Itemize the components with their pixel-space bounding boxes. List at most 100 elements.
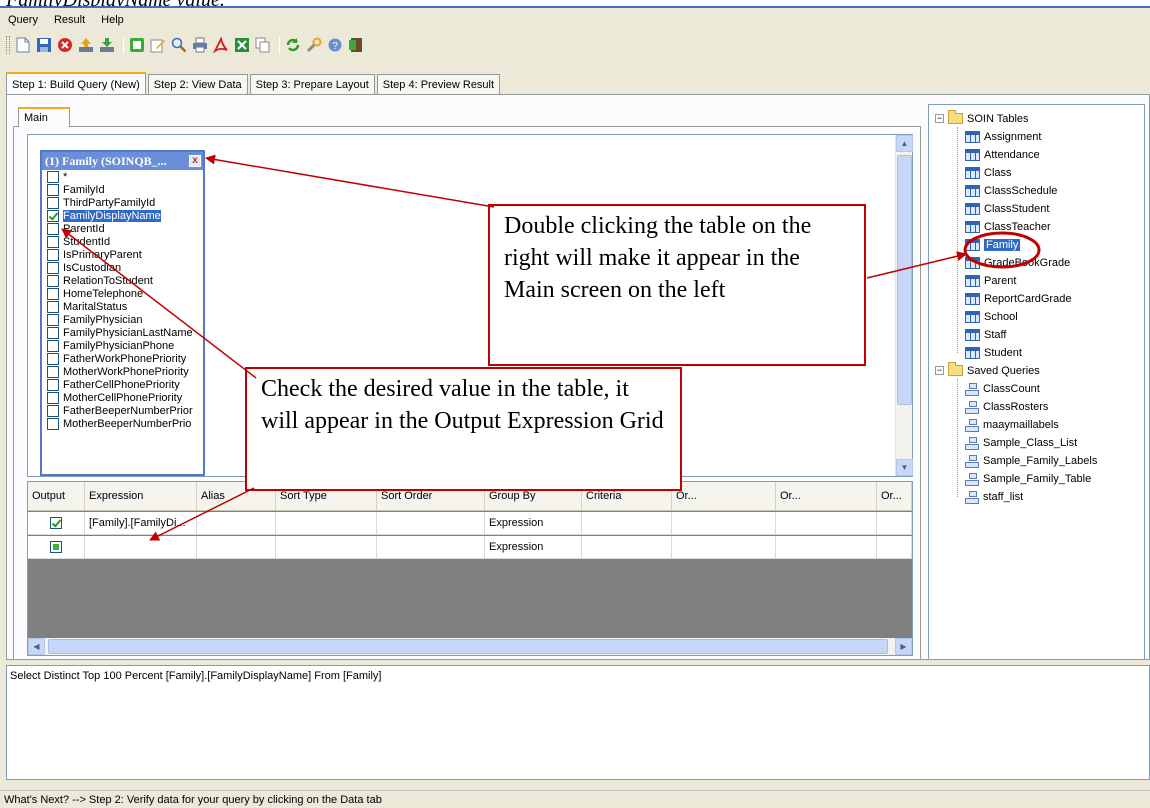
tree-item-classteacher[interactable]: ClassTeacher [965, 218, 1051, 235]
field-checkbox[interactable] [47, 326, 59, 339]
collapse-icon[interactable]: − [935, 366, 944, 375]
tab-step2-view-data[interactable]: Step 2: View Data [147, 74, 248, 94]
new-icon[interactable] [14, 36, 32, 54]
field-checkbox[interactable] [47, 365, 59, 378]
field-checkbox[interactable] [47, 352, 59, 365]
grid-cell-expression[interactable]: [Family].[FamilyDi... [85, 512, 197, 534]
grid-cell[interactable] [776, 536, 877, 558]
field-row[interactable]: ParentId [42, 222, 203, 235]
tree-item-sample-family-table[interactable]: Sample_Family_Table [965, 470, 1091, 487]
tree-item-gradebookgrade[interactable]: GradeBookGrade [965, 254, 1070, 271]
settings-icon[interactable] [305, 36, 323, 54]
copy-icon[interactable] [254, 36, 272, 54]
field-row[interactable]: ThirdPartyFamilyId [42, 196, 203, 209]
field-row[interactable]: IsCustodian [42, 261, 203, 274]
grid-cell[interactable] [582, 536, 672, 558]
tree-item-sample-family-labels[interactable]: Sample_Family_Labels [965, 452, 1097, 469]
close-icon[interactable]: x [189, 155, 201, 167]
tree-item-staff[interactable]: Staff [965, 326, 1006, 343]
field-checkbox[interactable] [47, 404, 59, 417]
field-checkbox[interactable] [47, 417, 59, 430]
toolbar-grip[interactable] [6, 36, 10, 54]
tree-item-class[interactable]: Class [965, 164, 1012, 181]
scroll-up-icon[interactable]: ▲ [896, 135, 913, 152]
field-row[interactable]: FamilyDisplayName [42, 209, 203, 222]
grid-cell-output[interactable] [28, 512, 85, 534]
help-icon[interactable]: ? [326, 36, 344, 54]
family-table-box[interactable]: (1) Family (SOINQB_... x * FamilyId ThirdP… [40, 150, 205, 476]
field-row[interactable]: FatherBeeperNumberPrior [42, 404, 203, 417]
tree-item-staff-list[interactable]: staff_list [965, 488, 1023, 505]
collapse-icon[interactable]: − [935, 114, 944, 123]
tree-item-maaymaillabels[interactable]: maaymaillabels [965, 416, 1059, 433]
menu-help[interactable]: Help [101, 14, 124, 26]
tree-item-student[interactable]: Student [965, 344, 1022, 361]
tab-step1-build-query[interactable]: Step 1: Build Query (New) [6, 72, 146, 95]
tree-item-classstudent[interactable]: ClassStudent [965, 200, 1049, 217]
field-checkbox[interactable] [47, 378, 59, 391]
tree-item-family[interactable]: Family [965, 236, 1021, 253]
tree-item-assignment[interactable]: Assignment [965, 128, 1041, 145]
edit-icon[interactable] [149, 36, 167, 54]
field-checkbox[interactable] [47, 391, 59, 404]
field-row[interactable]: MotherBeeperNumberPrio [42, 417, 203, 430]
menu-result[interactable]: Result [54, 14, 85, 26]
grid-cell-group-by[interactable]: Expression [485, 512, 582, 534]
output-checkbox[interactable] [50, 541, 62, 553]
field-row[interactable]: HomeTelephone [42, 287, 203, 300]
tree-item-classschedule[interactable]: ClassSchedule [965, 182, 1057, 199]
grid-cell[interactable] [672, 512, 776, 534]
grid-horizontal-scrollbar[interactable]: ◀ ▶ [28, 638, 912, 655]
grid-cell[interactable] [377, 536, 485, 558]
grid-cell[interactable] [582, 512, 672, 534]
scroll-down-icon[interactable]: ▼ [896, 459, 913, 476]
delete-icon[interactable] [56, 36, 74, 54]
tree-item-school[interactable]: School [965, 308, 1018, 325]
refresh-icon[interactable] [284, 36, 302, 54]
tree-item-classcount[interactable]: ClassCount [965, 380, 1040, 397]
search-icon[interactable] [170, 36, 188, 54]
grid-cell-expression[interactable] [85, 536, 197, 558]
field-row[interactable]: FamilyPhysicianPhone [42, 339, 203, 352]
exit-icon[interactable] [347, 36, 365, 54]
grid-cell[interactable] [197, 536, 276, 558]
tab-step4-preview-result[interactable]: Step 4: Preview Result [376, 74, 501, 94]
download-icon[interactable] [98, 36, 116, 54]
field-row[interactable]: FamilyId [42, 183, 203, 196]
field-checkbox[interactable] [47, 287, 59, 300]
field-checkbox[interactable] [47, 339, 59, 352]
grid-cell[interactable] [877, 512, 912, 534]
menu-query[interactable]: Query [8, 14, 38, 26]
grid-header-output[interactable]: Output [28, 482, 85, 510]
field-checkbox[interactable] [47, 196, 59, 209]
field-checkbox[interactable] [47, 261, 59, 274]
field-checkbox[interactable] [47, 209, 59, 222]
grid-cell[interactable] [276, 536, 377, 558]
pdf-icon[interactable] [212, 36, 230, 54]
tab-main[interactable]: Main [18, 107, 70, 127]
sql-text-area[interactable]: Select Distinct Top 100 Percent [Family]… [6, 665, 1150, 780]
field-checkbox[interactable] [47, 248, 59, 261]
field-checkbox[interactable] [47, 235, 59, 248]
scroll-right-icon[interactable]: ▶ [895, 638, 912, 655]
tree-item-classrosters[interactable]: ClassRosters [965, 398, 1048, 415]
grid-cell[interactable] [377, 512, 485, 534]
field-row[interactable]: FamilyPhysicianLastName [42, 326, 203, 339]
field-checkbox[interactable] [47, 274, 59, 287]
field-checkbox[interactable] [47, 222, 59, 235]
canvas-scroll-thumb[interactable] [897, 155, 912, 405]
export-icon[interactable] [233, 36, 251, 54]
field-checkbox[interactable] [47, 170, 59, 183]
grid-header-or[interactable]: Or... [672, 482, 776, 510]
field-row[interactable]: RelationToStudent [42, 274, 203, 287]
field-row[interactable]: StudentId [42, 235, 203, 248]
output-checkbox[interactable] [50, 517, 62, 529]
tree-item-sample-class-list[interactable]: Sample_Class_List [965, 434, 1077, 451]
grid-cell[interactable] [776, 512, 877, 534]
field-checkbox[interactable] [47, 300, 59, 313]
field-row[interactable]: FatherCellPhonePriority [42, 378, 203, 391]
grid-cell[interactable] [877, 536, 912, 558]
grid-cell-group-by[interactable]: Expression [485, 536, 582, 558]
tab-step3-prepare-layout[interactable]: Step 3: Prepare Layout [249, 74, 375, 94]
tree-item-parent[interactable]: Parent [965, 272, 1016, 289]
